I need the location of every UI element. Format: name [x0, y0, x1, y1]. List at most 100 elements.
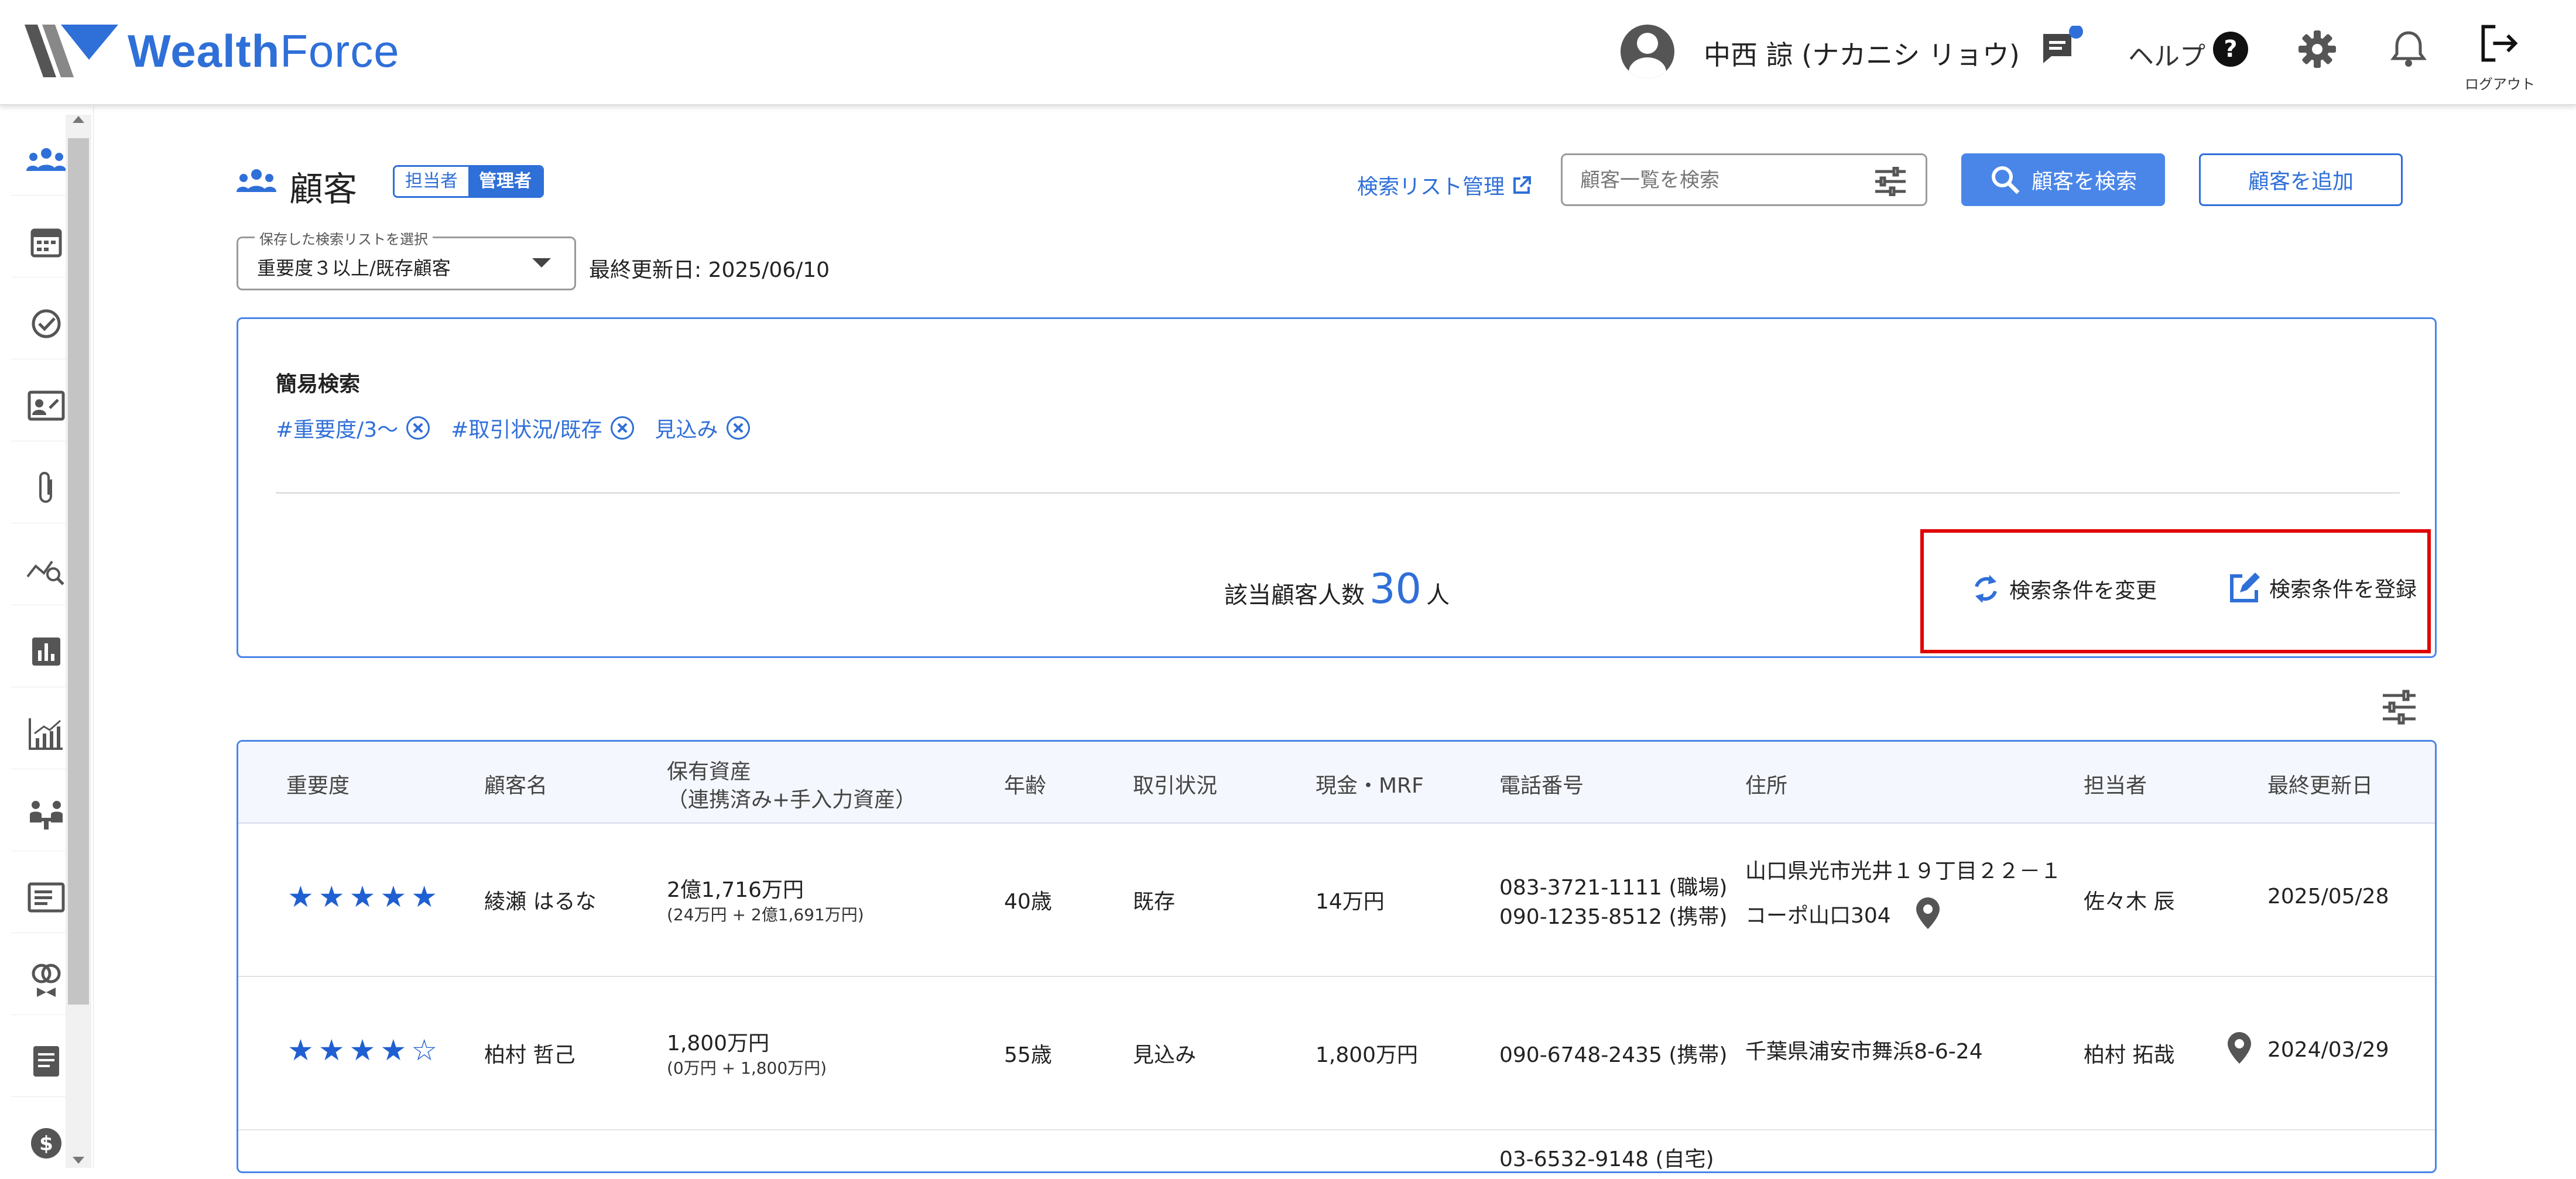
filter-chip-label: #重要度/3〜: [276, 418, 399, 442]
phone-number: 090-1235-8512 (携帯): [1499, 905, 1728, 929]
column-header-assets[interactable]: 保有資産: [667, 755, 751, 785]
growth-chart-icon: [29, 718, 63, 750]
address-line2: コーポ山口304: [1745, 904, 1891, 928]
change-search-criteria-label: 検索条件を変更: [2009, 579, 2157, 603]
assets-breakdown: (24万円 + 2億1,691万円): [667, 905, 864, 924]
logout-icon[interactable]: [2476, 21, 2521, 66]
user-name[interactable]: 中西 諒 (ナカニシ リョウ): [1704, 34, 2020, 73]
scroll-down-arrow-icon[interactable]: [73, 1157, 84, 1164]
column-header-age[interactable]: 年齢: [1004, 769, 1046, 799]
check-circle-icon: [32, 309, 61, 338]
search-icon: [1991, 166, 2020, 194]
chart-search-icon: [26, 560, 64, 585]
help-label[interactable]: ヘルプ: [2128, 35, 2205, 73]
paperclip-icon: [39, 471, 52, 503]
column-header-owner[interactable]: 担当者: [2084, 769, 2147, 799]
bell-icon[interactable]: [2385, 26, 2432, 73]
owner-name: 佐々木 辰: [2084, 890, 2175, 914]
add-customer-button[interactable]: 顧客を追加: [2199, 153, 2403, 206]
user-avatar[interactable]: [1621, 25, 1674, 78]
assets-breakdown: (0万円 + 1,800万円): [667, 1058, 827, 1078]
owner-name: 柏村 拓哉: [2084, 1043, 2175, 1067]
filter-chip[interactable]: #重要度/3〜: [276, 413, 430, 443]
filter-settings-icon[interactable]: [1873, 167, 1908, 196]
chat-notification-icon[interactable]: [2037, 26, 2084, 73]
map-pin-icon[interactable]: [1915, 896, 1941, 930]
external-link-icon: [1513, 176, 1532, 194]
customer-search-input[interactable]: [1580, 166, 1861, 195]
filter-chip[interactable]: 見込み: [655, 413, 750, 443]
customer-table: 重要度 顧客名 保有資産 （連携済み+手入力資産） 年齢 取引状況 現金・MRF…: [237, 740, 2437, 1173]
column-settings-icon[interactable]: [2380, 688, 2418, 726]
remove-chip-icon[interactable]: [726, 416, 750, 440]
register-search-criteria-button[interactable]: 検索条件を登録: [2228, 571, 2417, 604]
refresh-icon: [1975, 575, 1997, 603]
cash-mrf: 14万円: [1316, 890, 1385, 914]
document-icon: [28, 882, 65, 912]
column-header-address[interactable]: 住所: [1745, 769, 1787, 799]
customer-name[interactable]: 柏村 哲己: [484, 1038, 575, 1068]
change-search-criteria-button[interactable]: 検索条件を変更: [1971, 571, 2157, 606]
quick-search-title: 簡易検索: [276, 372, 361, 396]
table-row[interactable]: ★★★★★ 綾瀬 はるな 2億1,716万円 (24万円 + 2億1,691万円…: [238, 824, 2435, 977]
saved-search-list-value: 重要度３以上/既存顧客: [257, 257, 451, 279]
filter-chip[interactable]: #取引状況/既存: [451, 413, 634, 443]
column-header-name[interactable]: 顧客名: [484, 769, 547, 799]
svg-text:?: ?: [2224, 36, 2237, 63]
role-assignee-button[interactable]: 担当者: [395, 167, 468, 196]
role-toggle: 担当者 管理者: [393, 165, 544, 198]
column-header-updated[interactable]: 最終更新日: [2267, 769, 2373, 799]
search-actions-highlight: 検索条件を変更 検索条件を登録: [1920, 529, 2431, 653]
map-pin-icon[interactable]: [2226, 1031, 2252, 1065]
column-header-phone[interactable]: 電話番号: [1499, 769, 1584, 799]
address-line1: 千葉県浦安市舞浜8-6-24: [1745, 1040, 1983, 1064]
matching-customer-count: 該当顧客人数 30 人: [1224, 565, 1450, 613]
scroll-up-arrow-icon[interactable]: [73, 116, 84, 123]
search-list-management-link[interactable]: 検索リスト管理: [1357, 170, 1532, 200]
filter-chip-label: 見込み: [655, 418, 718, 442]
chevron-down-icon: [532, 258, 551, 268]
column-header-status[interactable]: 取引状況: [1133, 769, 1217, 799]
bar-chart-icon: [32, 637, 60, 666]
search-list-management-label: 検索リスト管理: [1357, 175, 1505, 199]
gear-icon[interactable]: [2294, 26, 2341, 73]
card-divider: [276, 492, 2400, 493]
customer-count-value: 30: [1369, 565, 1422, 613]
customer-count-unit: 人: [1426, 582, 1450, 609]
app-logo-text[interactable]: WealthForce: [128, 25, 400, 78]
importance-stars: ★★★★★: [287, 880, 443, 914]
last-updated-date: 最終更新日: 2025/06/10: [589, 258, 830, 282]
assets-total: 1,800万円: [667, 1031, 770, 1055]
remove-chip-icon[interactable]: [610, 416, 634, 440]
dollar-icon: $: [31, 1128, 61, 1159]
wealthforce-logo-icon[interactable]: [25, 25, 118, 77]
filter-chip-list: #重要度/3〜 #取引状況/既存 見込み: [276, 413, 750, 443]
saved-search-list-select[interactable]: 保存した検索リストを選択 重要度３以上/既存顧客: [237, 228, 576, 290]
customer-age: 40歳: [1004, 890, 1052, 914]
app-header: WealthForce 中西 諒 (ナカニシ リョウ) ヘルプ ? ログアウト: [0, 0, 2576, 105]
page-title: 顧客: [289, 169, 358, 209]
contact-card-icon: [28, 390, 65, 420]
table-header: 重要度 顧客名 保有資産 （連携済み+手入力資産） 年齢 取引状況 現金・MRF…: [238, 742, 2435, 824]
column-header-importance[interactable]: 重要度: [286, 769, 350, 799]
remove-chip-icon[interactable]: [406, 416, 430, 440]
phone-number: 03-6532-9148 (自宅): [1499, 1147, 1714, 1171]
table-row[interactable]: ★★★★☆ 柏村 哲己 1,800万円 (0万円 + 1,800万円) 55歳 …: [238, 977, 2435, 1130]
table-row[interactable]: 03-6532-9148 (自宅): [238, 1130, 2435, 1171]
trade-status: 見込み: [1133, 1043, 1197, 1067]
customer-search-field[interactable]: [1561, 153, 1927, 206]
logout-label[interactable]: ログアウト: [2465, 73, 2535, 93]
role-admin-button[interactable]: 管理者: [468, 167, 542, 196]
customer-name[interactable]: 綾瀬 はるな: [484, 885, 596, 915]
help-icon[interactable]: ?: [2207, 26, 2254, 73]
phone-number: 083-3721-1111 (職場): [1499, 876, 1728, 900]
search-customers-button[interactable]: 顧客を検索: [1961, 153, 2165, 206]
people-icon: [237, 169, 276, 192]
svg-text:$: $: [39, 1132, 53, 1156]
register-search-criteria-label: 検索条件を登録: [2269, 578, 2417, 602]
column-header-cash[interactable]: 現金・MRF: [1316, 769, 1424, 799]
people-icon: [26, 148, 66, 171]
trade-status: 既存: [1133, 890, 1176, 914]
customer-count-label: 該当顧客人数: [1224, 582, 1365, 609]
sidebar-scrollbar-thumb[interactable]: [68, 138, 89, 1005]
